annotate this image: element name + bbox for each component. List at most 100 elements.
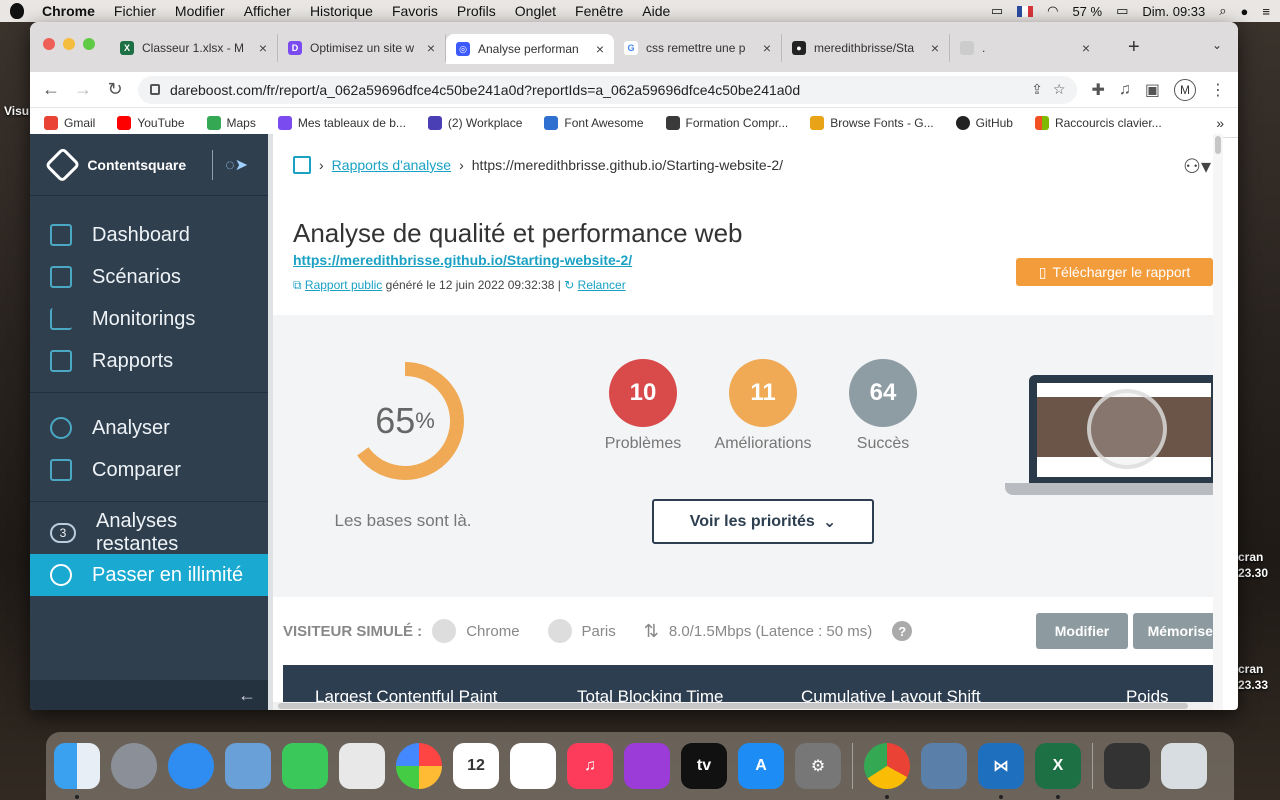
- desktop-file-label[interactable]: cran: [1238, 662, 1263, 676]
- bookmark-github[interactable]: GitHub: [955, 115, 1013, 130]
- apple-tv-icon[interactable]: tv: [681, 743, 727, 789]
- vscode-icon[interactable]: ⋈: [978, 743, 1024, 799]
- bookmark-star-icon[interactable]: ☆: [1053, 81, 1066, 98]
- bookmark-maps[interactable]: Maps: [206, 115, 256, 130]
- help-icon[interactable]: ?: [892, 621, 913, 641]
- siri-icon[interactable]: ●: [1241, 4, 1249, 19]
- stat-problems[interactable]: 10 Problèmes: [583, 359, 703, 453]
- address-url[interactable]: dareboost.com/fr/report/a_062a59696dfce4…: [170, 82, 1021, 98]
- profile-avatar[interactable]: M: [1174, 78, 1196, 101]
- breadcrumb-link[interactable]: Rapports d'analyse: [332, 157, 451, 173]
- menu-item[interactable]: Profils: [457, 3, 496, 19]
- horizontal-scrollbar[interactable]: [273, 702, 1223, 710]
- launchpad-icon[interactable]: [111, 743, 157, 789]
- zoom-window-button[interactable]: [83, 38, 95, 50]
- brand-name[interactable]: Contentsquare: [87, 157, 186, 173]
- close-tab-icon[interactable]: ×: [596, 41, 604, 57]
- back-icon[interactable]: ←: [42, 79, 60, 100]
- desktop-file-label[interactable]: 23.33: [1238, 678, 1268, 692]
- close-tab-icon[interactable]: ×: [763, 40, 771, 56]
- share-icon[interactable]: ⇪: [1031, 81, 1043, 98]
- extensions-icon[interactable]: ✚: [1091, 80, 1104, 100]
- dareboost-logo-icon[interactable]: ◌➤: [225, 155, 248, 175]
- wifi-icon[interactable]: ◠: [1047, 3, 1058, 19]
- upgrade-button[interactable]: Passer en illimité: [30, 554, 268, 596]
- photos-icon[interactable]: [396, 743, 442, 789]
- close-tab-icon[interactable]: ×: [427, 40, 435, 56]
- sidebar-item-rapports[interactable]: Rapports: [30, 340, 268, 382]
- bookmark-gmail[interactable]: Gmail: [44, 115, 95, 130]
- stat-improvements[interactable]: 11 Améliorations: [703, 359, 823, 453]
- close-tab-icon[interactable]: ×: [259, 40, 267, 56]
- menu-item[interactable]: Fichier: [114, 3, 156, 19]
- app-store-icon[interactable]: A: [738, 743, 784, 789]
- stat-success[interactable]: 64 Succès: [823, 359, 943, 453]
- battery-icon[interactable]: ▭: [1116, 3, 1128, 19]
- bookmarks-more-icon[interactable]: »: [1216, 115, 1224, 131]
- excel-icon[interactable]: X: [1035, 743, 1081, 799]
- flag-icon[interactable]: [1017, 5, 1034, 17]
- bookmark-raccourcis[interactable]: Raccourcis clavier...: [1034, 115, 1162, 130]
- sidepanel-icon[interactable]: ▣: [1145, 80, 1160, 100]
- play-video-icon[interactable]: [1087, 389, 1167, 469]
- sidebar-item-monitorings[interactable]: Monitorings: [30, 298, 268, 340]
- control-center-icon[interactable]: ≡: [1262, 4, 1270, 19]
- media-icon[interactable]: ♫: [1119, 81, 1131, 99]
- battery-percent[interactable]: 57 %: [1072, 4, 1102, 19]
- more-menu-icon[interactable]: ⋮: [1210, 80, 1226, 100]
- mail-icon[interactable]: [225, 743, 271, 789]
- bookmark-formation[interactable]: Formation Compr...: [665, 115, 788, 130]
- modify-button[interactable]: Modifier: [1036, 613, 1128, 649]
- bookmark-fontawesome[interactable]: Font Awesome: [544, 115, 644, 130]
- airplay-icon[interactable]: ▭: [991, 3, 1003, 19]
- reload-icon[interactable]: ↻: [106, 79, 124, 100]
- tab-other[interactable]: . ×: [950, 34, 1100, 62]
- sidebar-item-analyser[interactable]: Analyser: [30, 407, 268, 449]
- calendar-icon[interactable]: 12: [453, 743, 499, 789]
- menu-item[interactable]: Historique: [310, 3, 373, 19]
- sidebar-item-comparer[interactable]: Comparer: [30, 449, 268, 491]
- download-report-button[interactable]: ▯ Télécharger le rapport: [1016, 258, 1213, 286]
- menu-item[interactable]: Modifier: [175, 3, 225, 19]
- menu-item[interactable]: Aide: [642, 3, 670, 19]
- collapse-sidebar-button[interactable]: ←: [30, 680, 268, 710]
- podcasts-icon[interactable]: [624, 743, 670, 789]
- site-preview[interactable]: [1005, 375, 1223, 495]
- reminders-icon[interactable]: [510, 743, 556, 789]
- bookmark-youtube[interactable]: YouTube: [117, 115, 185, 130]
- new-tab-button[interactable]: +: [1128, 36, 1140, 59]
- user-menu-icon[interactable]: ⚇▾: [1183, 154, 1211, 179]
- sidebar-item-dashboard[interactable]: Dashboard: [30, 214, 268, 256]
- tab-excel[interactable]: X Classeur 1.xlsx - M ×: [110, 34, 278, 62]
- desktop-file-label[interactable]: 23.30: [1238, 566, 1268, 580]
- tab-github[interactable]: ● meredithbrisse/Sta ×: [782, 34, 950, 62]
- public-report-link[interactable]: Rapport public: [305, 278, 382, 292]
- grid-icon[interactable]: [293, 156, 311, 174]
- system-preferences-icon[interactable]: ⚙: [795, 743, 841, 789]
- rerun-link[interactable]: Relancer: [578, 278, 626, 292]
- desktop-file-label[interactable]: cran: [1238, 550, 1263, 564]
- report-url-link[interactable]: https://meredithbrisse.github.io/Startin…: [293, 252, 632, 268]
- minimize-window-button[interactable]: [63, 38, 75, 50]
- chevron-down-icon[interactable]: ⌄: [1212, 38, 1222, 52]
- menu-item[interactable]: Favoris: [392, 3, 438, 19]
- close-window-button[interactable]: [43, 38, 55, 50]
- lock-icon[interactable]: [150, 84, 160, 95]
- finder-icon[interactable]: [54, 743, 100, 799]
- menu-item[interactable]: Onglet: [515, 3, 556, 19]
- clock[interactable]: Dim. 09:33: [1142, 4, 1205, 19]
- tab-google[interactable]: Gcss remettre une p ×: [614, 34, 782, 62]
- apple-icon[interactable]: [10, 3, 24, 19]
- priorities-button[interactable]: Voir les priorités ⌄: [652, 499, 874, 544]
- forward-icon[interactable]: →: [74, 79, 92, 100]
- tab-analyse[interactable]: ◎ Analyse performan ×: [446, 34, 614, 64]
- menu-item[interactable]: Afficher: [244, 3, 291, 19]
- screenshot-icon[interactable]: [1104, 743, 1150, 789]
- close-tab-icon[interactable]: ×: [1082, 40, 1090, 56]
- scrollbar-thumb[interactable]: [1215, 136, 1221, 154]
- menu-app-name[interactable]: Chrome: [42, 3, 95, 19]
- bookmark-workplace[interactable]: (2) Workplace: [427, 115, 522, 130]
- vertical-scrollbar[interactable]: [1213, 134, 1223, 710]
- spotlight-icon[interactable]: ⌕: [1219, 3, 1226, 19]
- scrollbar-thumb[interactable]: [278, 703, 1188, 709]
